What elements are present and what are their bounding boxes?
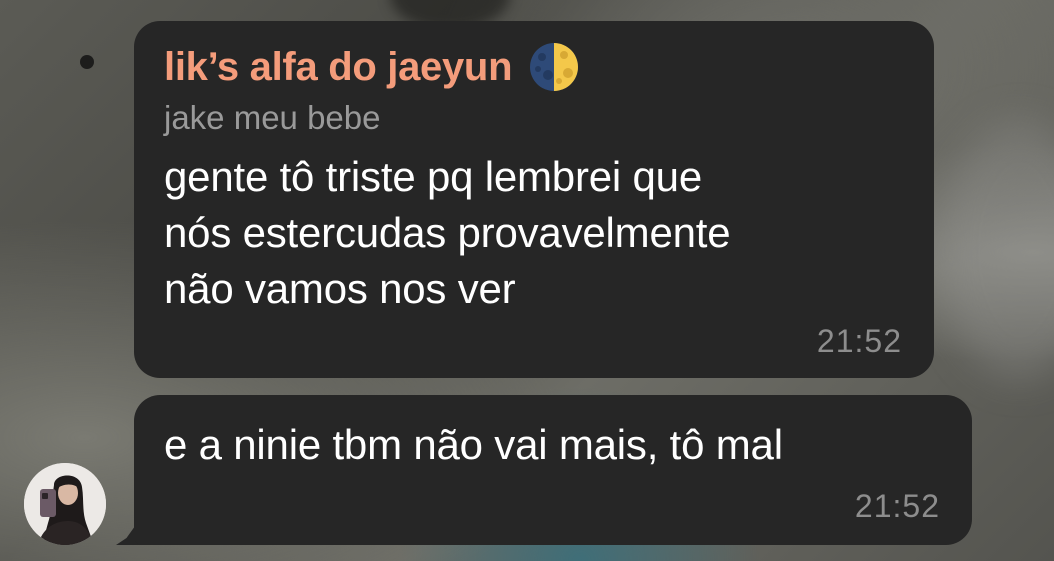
avatar[interactable] — [24, 463, 106, 545]
message-text: e a ninie tbm não vai mais, tô mal — [164, 421, 783, 468]
sender-name[interactable]: lik’s alfa do jaeyun — [164, 45, 513, 90]
message-timestamp: 21:52 — [816, 323, 902, 359]
reply-author[interactable]: jake meu bebe — [164, 99, 904, 137]
message-text: gente tô triste pq lembrei que nós ester… — [164, 153, 731, 312]
moon-icon — [530, 43, 579, 91]
wallpaper-highlight — [940, 120, 1054, 380]
wallpaper-dot — [80, 55, 94, 69]
avatar-photo — [24, 463, 106, 545]
message-timestamp: 21:52 — [854, 488, 940, 524]
sender-row: lik’s alfa do jaeyun — [164, 43, 904, 91]
message-bubble[interactable]: e a ninie tbm não vai mais, tô mal 21:52 — [134, 395, 972, 545]
message-bubble[interactable]: lik’s alfa do jaeyun jake meu bebe gente… — [134, 21, 934, 378]
